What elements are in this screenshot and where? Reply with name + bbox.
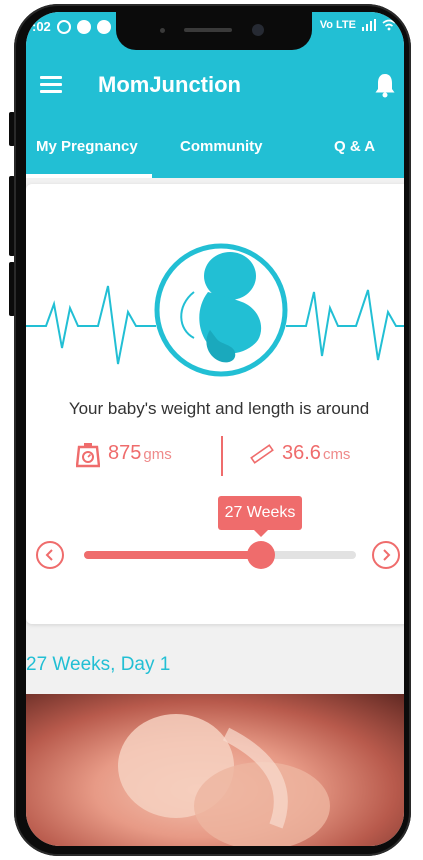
week-slider-fill [84,551,261,559]
length-value: 36.6 [282,442,321,464]
tab-q-and-a[interactable]: Q & A [334,138,375,155]
status-time: :02 [32,19,51,34]
facebook-icon-2 [96,19,111,34]
network-type-label: Vo LTE [319,19,356,31]
tab-my-pregnancy[interactable]: My Pregnancy [36,138,138,155]
ruler-icon [250,443,274,464]
scale-icon [76,443,100,468]
status-bar: :02 Vo LTE [26,12,404,58]
heartbeat-line-icon [26,285,156,365]
baby-growth-card: Your baby's weight and length is around … [26,184,404,624]
active-tab-indicator [26,174,152,178]
previous-week-button[interactable] [36,541,64,569]
week-day-heading: 27 Weeks, Day 1 [26,654,171,675]
metric-divider [221,436,223,476]
heartbeat-illustration [26,243,404,377]
fetus-photo[interactable] [26,694,404,846]
signal-icon [362,19,376,31]
length-metric: 36.6 cms [250,442,350,465]
week-tooltip: 27 Weeks [218,496,302,537]
menu-icon[interactable] [40,76,62,94]
tab-community[interactable]: Community [180,138,263,155]
length-unit: cms [322,446,351,463]
sensor-dot [160,28,165,33]
speaker-grille [184,28,232,32]
chevron-right-icon [383,549,391,561]
chevron-left-icon [45,549,53,561]
phone-screen: :02 Vo LTE MomJunction My Pregnancy Comm… [26,12,404,846]
status-left: :02 [32,19,111,34]
bell-icon[interactable] [374,72,396,98]
wifi-icon [382,19,396,31]
heartbeat-line-icon [286,289,404,361]
tab-bar: My Pregnancy Community Q & A [26,114,404,178]
baby-metrics: 875 gms 36.6 cms [76,436,396,476]
app-title: MomJunction [98,72,241,97]
weight-length-caption: Your baby's weight and length is around [68,399,370,418]
status-right: Vo LTE [320,19,396,31]
fetus-photo-illustration [118,714,330,846]
whatsapp-icon [56,19,71,34]
week-slider[interactable] [84,541,356,569]
app-bar: MomJunction [26,58,404,114]
camera-notch [116,12,312,50]
front-camera-icon [252,24,264,36]
weight-unit: gms [143,446,172,463]
week-slider-handle[interactable] [246,541,275,569]
weight-metric: 875 gms [76,442,172,468]
weight-value: 875 [108,442,142,464]
facebook-icon [76,19,91,34]
next-week-button[interactable] [372,541,400,569]
